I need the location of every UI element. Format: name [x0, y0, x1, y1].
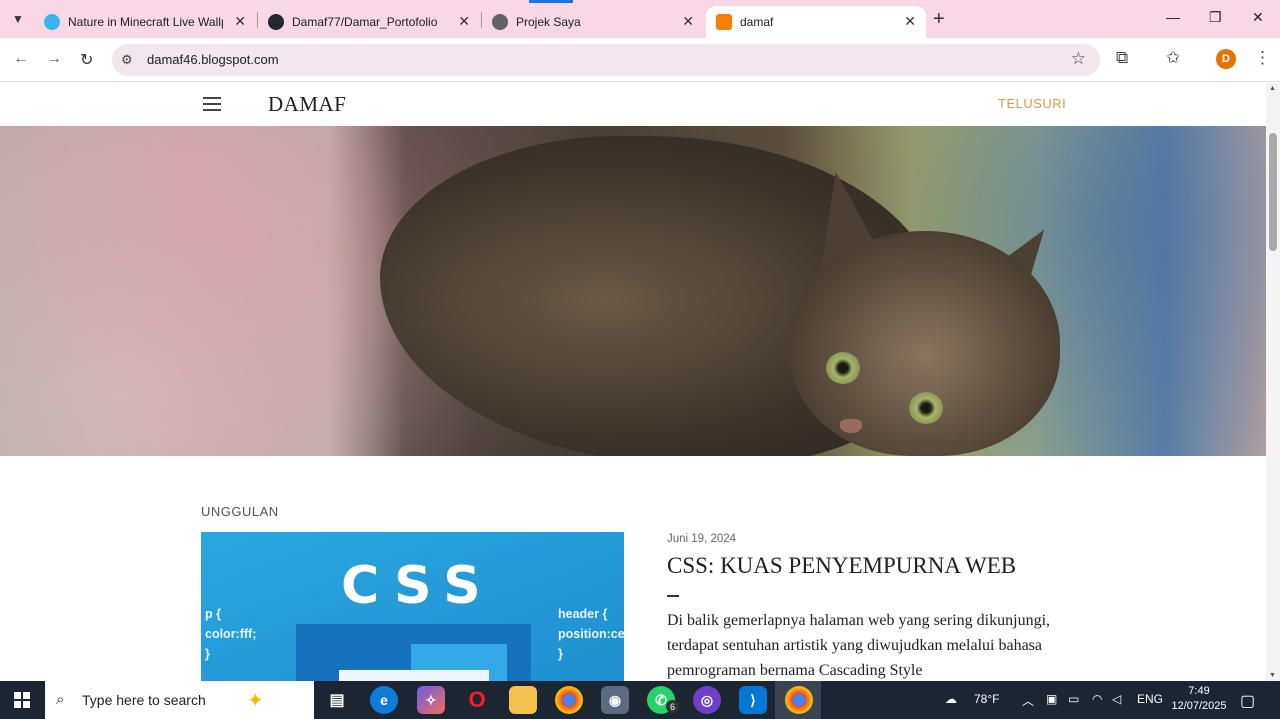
taskbar-search-placeholder: Type here to search [82, 692, 206, 708]
windows-start-icon[interactable] [14, 692, 30, 708]
close-tab-icon[interactable]: ✕ [682, 13, 694, 30]
search-link[interactable]: TELUSURI [998, 96, 1066, 111]
browser-toolbar: ← → ↻ ⚙ damaf46.blogspot.com ☆ ⧉ ✩ D ⋮ [0, 38, 1280, 82]
blog-header: DAMAF TELUSURI [0, 83, 1266, 126]
notification-icon[interactable]: ▢ [1240, 691, 1255, 711]
tab-damaf[interactable]: damaf ✕ [706, 6, 926, 38]
blog-title[interactable]: DAMAF [268, 92, 346, 117]
forward-button[interactable]: → [46, 50, 62, 68]
tab-progress-indicator [529, 0, 573, 3]
clock[interactable]: 7:49 12/07/2025 [1170, 684, 1228, 714]
github-desktop-icon[interactable]: ◎ [693, 686, 721, 714]
site-info-icon[interactable]: ⚙ [121, 52, 133, 68]
title-divider [667, 595, 679, 597]
featured-section-label: UNGGULAN [201, 504, 279, 519]
reload-button[interactable]: ↻ [80, 50, 93, 70]
scroll-thumb[interactable] [1269, 133, 1277, 251]
restore-button[interactable]: ❐ [1209, 9, 1222, 26]
back-button[interactable]: ← [13, 50, 29, 68]
tab-github-portofolio[interactable]: Damaf77/Damar_Portofolio ✕ [258, 6, 480, 38]
address-bar[interactable]: ⚙ damaf46.blogspot.com ☆ [112, 44, 1100, 76]
post-thumbnail[interactable]: CSS p { color:fff; } header { position:c… [201, 532, 624, 681]
volume-icon[interactable]: ◁ [1112, 692, 1121, 706]
menu-icon[interactable]: ⋮ [1254, 48, 1271, 68]
thumbnail-css-word: CSS [341, 556, 495, 616]
close-tab-icon[interactable]: ✕ [234, 13, 246, 30]
battery-icon[interactable]: ▭ [1068, 692, 1079, 706]
clock-time: 7:49 [1188, 685, 1210, 697]
copilot-sparkle-icon: ✦ [247, 690, 264, 712]
thumbnail-code-left: p { color:fff; } [205, 607, 257, 661]
chrome-active-icon[interactable] [785, 686, 813, 714]
search-icon: ⌕ [56, 691, 65, 708]
hamburger-menu-icon[interactable] [203, 97, 221, 111]
edge-icon[interactable]: e [370, 686, 398, 714]
post-snippet: Di balik gemerlapnya halaman web yang se… [667, 612, 1051, 679]
wifi-icon[interactable]: ◠ [1092, 692, 1102, 706]
page-scrollbar[interactable]: ▲ ▼ [1266, 83, 1280, 681]
tab-title: Nature in Minecraft Live Wallpa [68, 15, 223, 29]
taskbar-search-box[interactable]: ⌕ Type here to search ✦ [45, 681, 314, 719]
tab-projek-saya[interactable]: Projek Saya ✕ [482, 6, 704, 38]
weather-icon[interactable]: ☁ [945, 692, 957, 706]
tray-chevron-icon[interactable]: ︿ [1022, 692, 1034, 709]
blogger-icon [716, 14, 732, 30]
copilot-icon[interactable]: ✧ [417, 686, 445, 714]
thumbnail-code-right: header { position:cer } [558, 607, 624, 661]
file-explorer-icon[interactable] [509, 686, 537, 714]
github-icon [268, 14, 284, 30]
tab-title: Projek Saya [516, 15, 581, 29]
cat-eye-right [909, 392, 943, 424]
chrome-icon[interactable] [555, 686, 583, 714]
clock-date: 12/07/2025 [1171, 700, 1227, 712]
new-tab-button[interactable]: + [933, 8, 945, 31]
vscode-icon[interactable]: ⟩ [739, 686, 767, 714]
tab-favicon-icon [44, 14, 60, 30]
tab-strip: ▼ Nature in Minecraft Live Wallpa ✕ Dama… [0, 0, 1280, 38]
tab-title: damaf [740, 15, 774, 29]
cat-nose [840, 419, 862, 433]
tab-search-button[interactable]: ▼ [6, 7, 30, 31]
bookmark-star-icon[interactable]: ☆ [1071, 49, 1086, 69]
tab-nature-minecraft[interactable]: Nature in Minecraft Live Wallpa ✕ [34, 6, 256, 38]
favorites-icon[interactable]: ✩ [1166, 48, 1180, 68]
whatsapp-badge: 6 [666, 700, 679, 713]
url-text: damaf46.blogspot.com [147, 52, 279, 67]
close-window-button[interactable]: ✕ [1252, 9, 1264, 26]
globe-icon [492, 14, 508, 30]
windows-taskbar: ⌕ Type here to search ✦ ▤ e ✧ O ◉ ✆ 6 ◎ … [0, 681, 1280, 719]
meet-icon[interactable]: ▣ [1046, 692, 1057, 706]
cat-eye-left [826, 352, 860, 384]
tab-title: Damaf77/Damar_Portofolio [292, 15, 438, 29]
minimize-button[interactable]: — [1166, 9, 1180, 25]
camera-icon[interactable]: ◉ [601, 686, 629, 714]
task-view-icon[interactable]: ▤ [323, 686, 351, 714]
post-title[interactable]: CSS: KUAS PENYEMPURNA WEB [667, 553, 1016, 579]
scroll-down-icon[interactable]: ▼ [1269, 672, 1276, 679]
web-page: DAMAF TELUSURI UNGGULAN CSS p { color:ff… [0, 83, 1266, 681]
close-tab-icon[interactable]: ✕ [904, 13, 916, 30]
css-shield-bar [339, 670, 489, 681]
extensions-icon[interactable]: ⧉ [1116, 48, 1128, 68]
scroll-up-icon[interactable]: ▲ [1269, 85, 1276, 92]
close-tab-icon[interactable]: ✕ [458, 13, 470, 30]
post-date: Juni 19, 2024 [667, 533, 737, 545]
opera-icon[interactable]: O [463, 686, 491, 714]
language-indicator[interactable]: ENG [1137, 692, 1163, 706]
profile-avatar[interactable]: D [1216, 49, 1236, 69]
weather-temperature[interactable]: 78°F [974, 692, 999, 706]
hero-cat-image [0, 126, 1266, 456]
